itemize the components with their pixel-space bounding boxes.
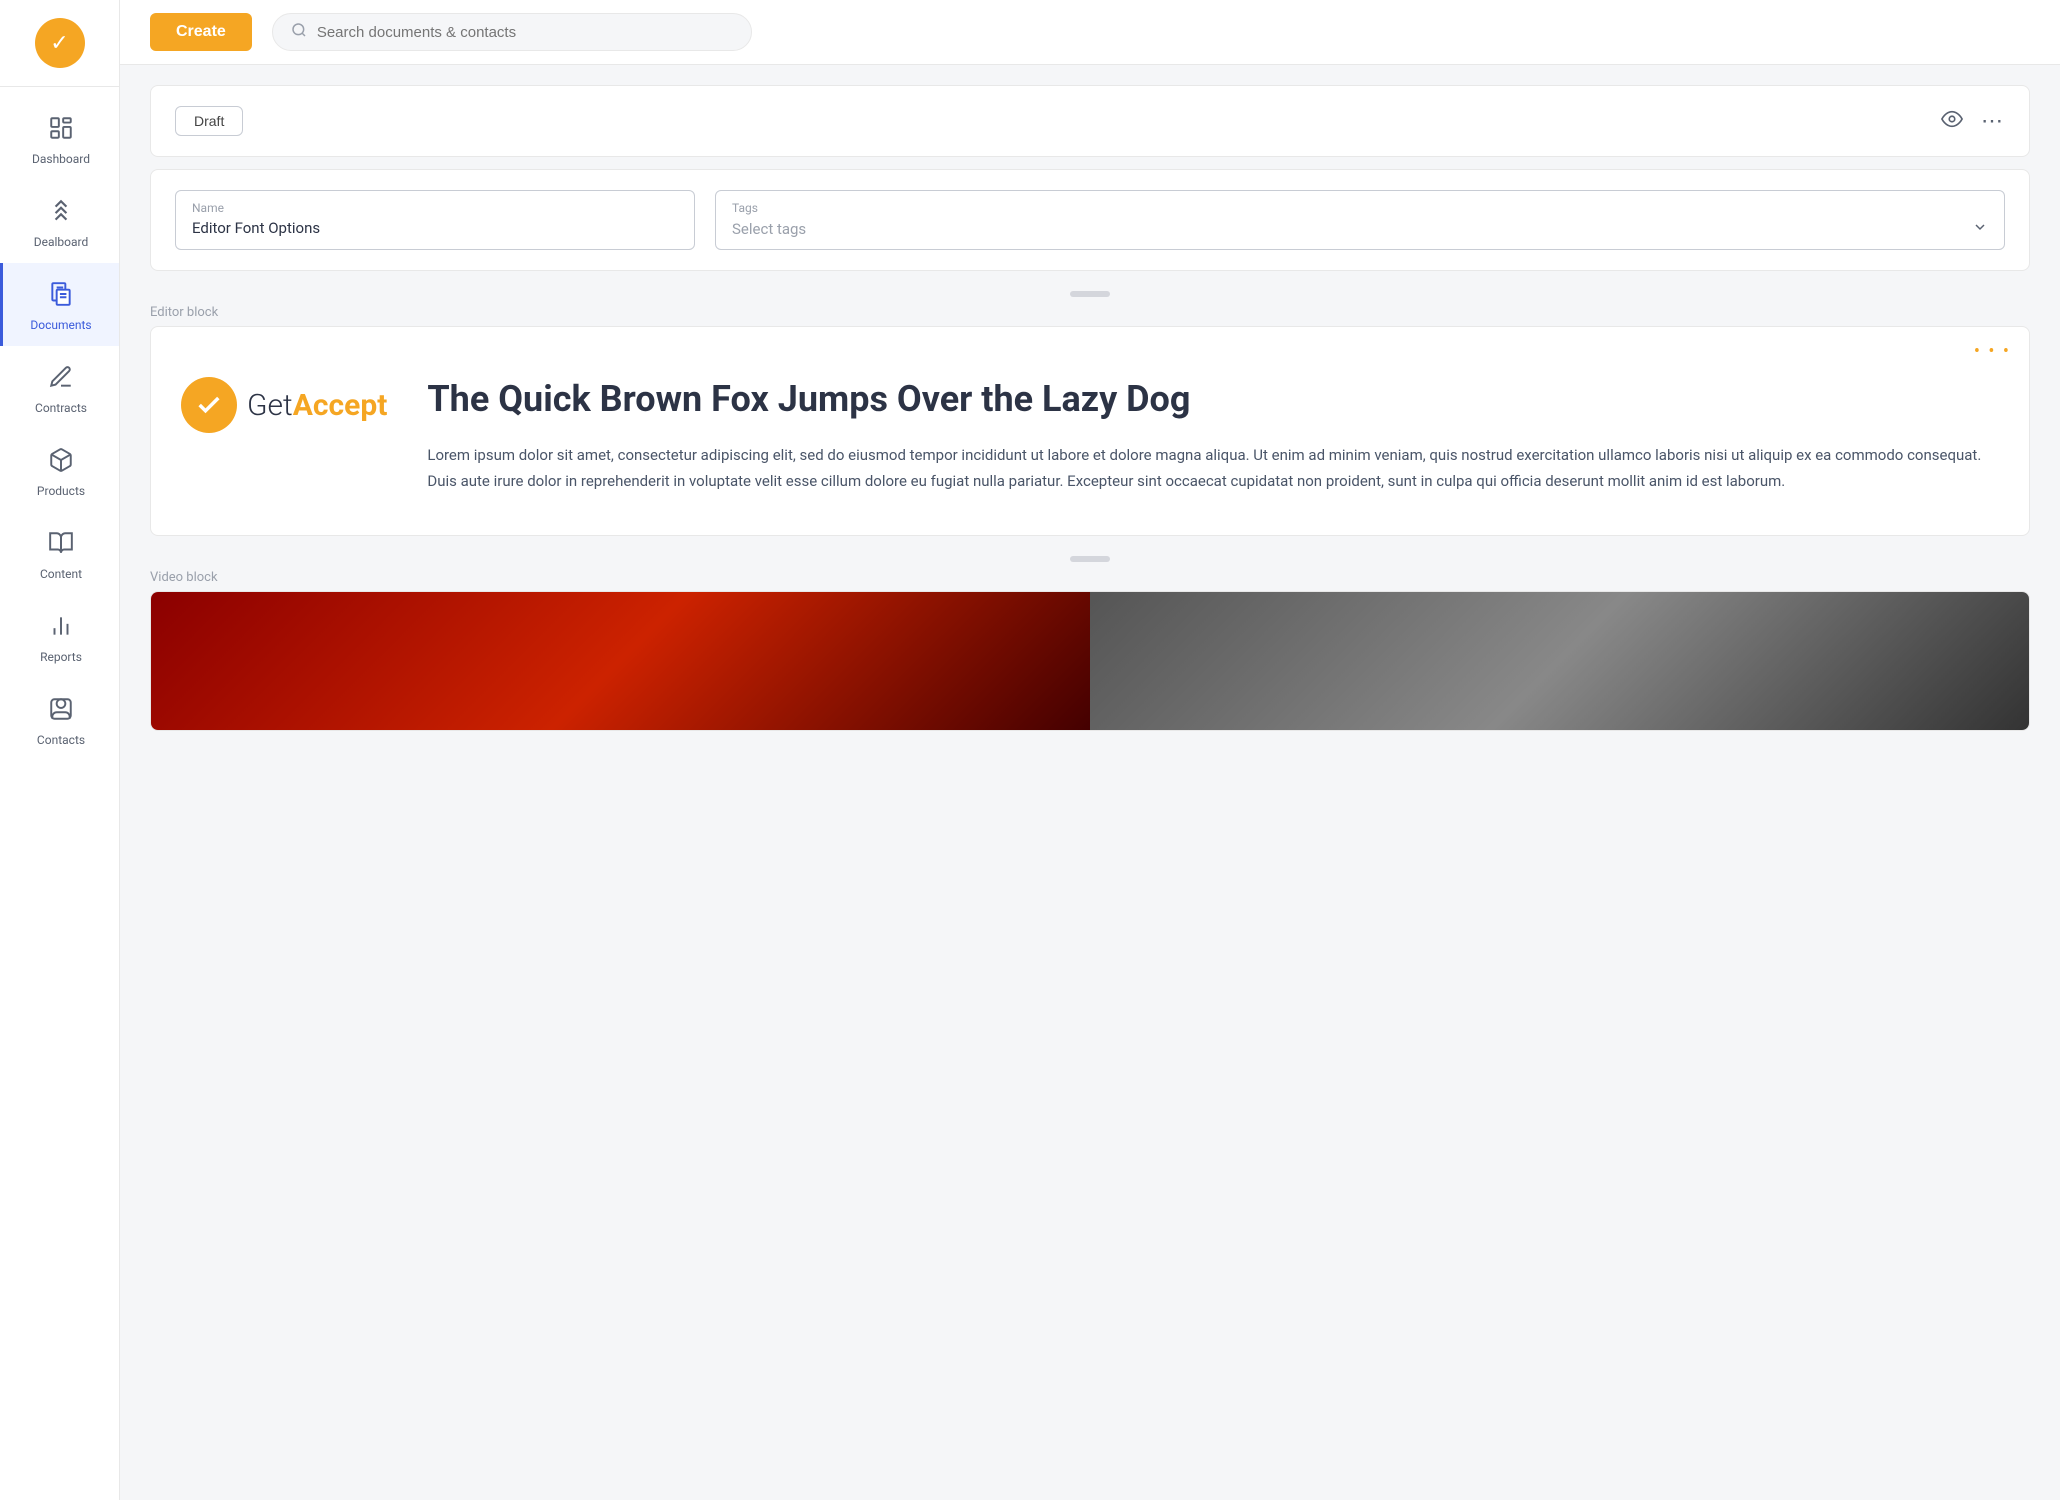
editor-text-area: The Quick Brown Fox Jumps Over the Lazy … — [427, 377, 1999, 495]
logo-icon: ✓ — [35, 18, 85, 68]
doc-fields-card: Name Editor Font Options Tags Select tag… — [150, 169, 2030, 271]
sidebar-item-documents-label: Documents — [30, 318, 91, 332]
reports-icon — [48, 613, 74, 644]
preview-icon[interactable] — [1941, 108, 1963, 135]
logo-get-text: GetAccept — [247, 388, 387, 423]
sidebar: ✓ Dashboard Dealboa — [0, 0, 120, 1500]
name-label: Name — [192, 201, 678, 215]
chevron-down-icon[interactable] — [1972, 219, 1988, 239]
sidebar-item-reports[interactable]: Reports — [0, 595, 119, 678]
name-field-group: Name Editor Font Options — [175, 190, 695, 250]
video-placeholder-right — [1090, 592, 2029, 730]
tags-placeholder[interactable]: Select tags — [732, 220, 806, 238]
editor-logo-area: GetAccept — [181, 377, 387, 433]
dealboard-icon — [48, 198, 74, 229]
tags-label: Tags — [732, 201, 1988, 215]
video-block-label: Video block — [150, 570, 2030, 585]
editor-block-label: Editor block — [150, 305, 2030, 320]
sidebar-item-dealboard[interactable]: Dealboard — [0, 180, 119, 263]
sidebar-item-contracts-label: Contracts — [35, 401, 87, 415]
sidebar-item-products-label: Products — [37, 484, 85, 498]
sidebar-item-content[interactable]: Content — [0, 512, 119, 595]
tags-row: Select tags — [732, 219, 1988, 239]
tags-field-group: Tags Select tags — [715, 190, 2005, 250]
documents-icon — [48, 281, 74, 312]
editor-block-section: Editor block • • • GetAccept — [150, 291, 2030, 536]
sidebar-item-content-label: Content — [40, 567, 82, 581]
sidebar-item-dashboard[interactable]: Dashboard — [0, 97, 119, 180]
editor-top-divider — [150, 291, 2030, 297]
video-block-section: Video block — [150, 556, 2030, 731]
editor-body-text: Lorem ipsum dolor sit amet, consectetur … — [427, 442, 1999, 495]
sidebar-item-dealboard-label: Dealboard — [34, 235, 89, 249]
search-icon — [291, 22, 307, 42]
divider-pill — [1070, 291, 1110, 297]
more-options-icon[interactable]: ⋯ — [1981, 109, 2005, 134]
search-bar[interactable] — [272, 13, 752, 51]
editor-content: GetAccept The Quick Brown Fox Jumps Over… — [181, 377, 1999, 495]
products-icon — [48, 447, 74, 478]
editor-block: • • • GetAccept — [150, 326, 2030, 536]
contacts-icon — [48, 696, 74, 727]
block-more-icon[interactable]: • • • — [1974, 341, 2011, 362]
logo-accept-text: Accept — [293, 388, 388, 423]
contracts-icon — [48, 364, 74, 395]
dashboard-icon — [48, 115, 74, 146]
sidebar-item-contracts[interactable]: Contracts — [0, 346, 119, 429]
draft-badge[interactable]: Draft — [175, 106, 243, 136]
doc-header-actions: ⋯ — [1941, 108, 2005, 135]
sidebar-nav: Dashboard Dealboard Docum — [0, 87, 119, 761]
editor-heading: The Quick Brown Fox Jumps Over the Lazy … — [427, 377, 1999, 422]
content-icon — [48, 530, 74, 561]
topbar: Create — [120, 0, 2060, 65]
doc-status-bar: Draft ⋯ — [150, 85, 2030, 157]
video-top-divider — [150, 556, 2030, 562]
name-value[interactable]: Editor Font Options — [192, 219, 678, 237]
video-block — [150, 591, 2030, 731]
sidebar-item-contacts-label: Contacts — [37, 733, 85, 747]
video-divider-pill — [1070, 556, 1110, 562]
sidebar-item-reports-label: Reports — [40, 650, 82, 664]
create-button[interactable]: Create — [150, 13, 252, 51]
search-input[interactable] — [317, 24, 733, 41]
video-placeholder-left — [151, 592, 1090, 730]
sidebar-item-documents[interactable]: Documents — [0, 263, 119, 346]
getaccept-logo: GetAccept — [181, 377, 387, 433]
content-area: Draft ⋯ Name Editor Font Options Tags — [120, 65, 2060, 1500]
main-wrapper: Create Draft ⋯ — [120, 0, 2060, 1500]
app-logo[interactable]: ✓ — [0, 0, 119, 87]
sidebar-item-products[interactable]: Products — [0, 429, 119, 512]
logo-check-icon — [181, 377, 237, 433]
sidebar-item-dashboard-label: Dashboard — [32, 152, 90, 166]
sidebar-item-contacts[interactable]: Contacts — [0, 678, 119, 761]
